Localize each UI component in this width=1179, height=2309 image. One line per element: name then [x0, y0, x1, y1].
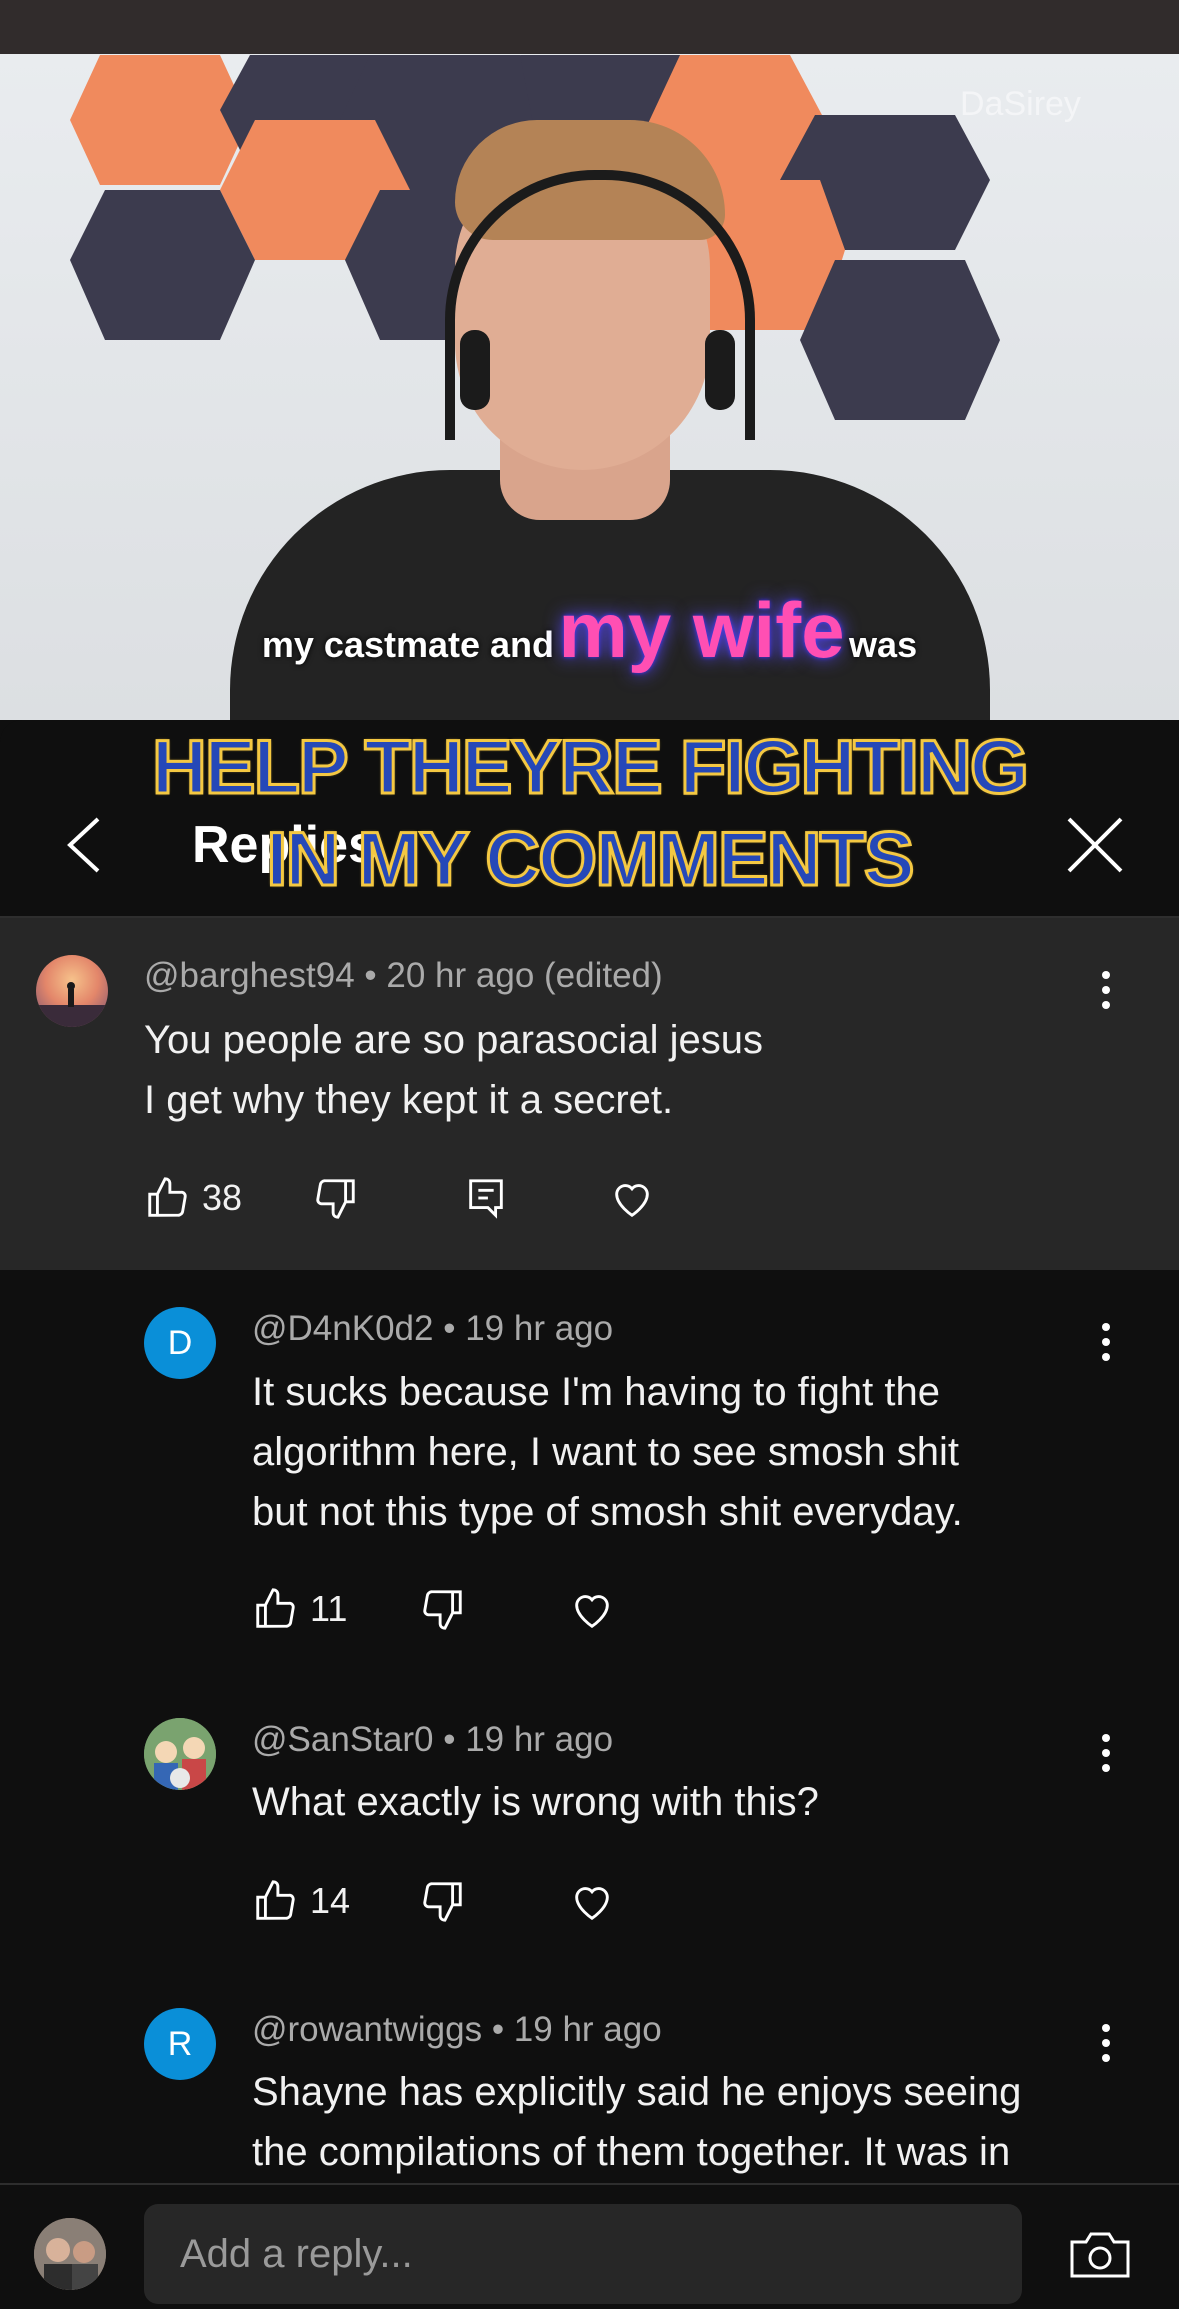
comment-time: 20 hr ago (edited): [386, 956, 663, 995]
caption-part-1: my castmate and: [261, 624, 555, 665]
thumbs-down-icon[interactable]: [420, 1586, 466, 1632]
meta-separator: •: [443, 1720, 466, 1759]
comment-meta: @barghest94 • 20 hr ago (edited): [144, 956, 663, 996]
meta-separator: •: [364, 956, 387, 995]
user-avatar[interactable]: [34, 2218, 106, 2290]
more-vertical-icon[interactable]: [1100, 1733, 1112, 1773]
video-watermark: DaSirey: [960, 85, 1081, 123]
video-caption: my castmate and my wife was: [0, 585, 1179, 676]
thumbs-down-icon[interactable]: [420, 1878, 466, 1924]
comment-body: Shayne has explicitly said he enjoys see…: [252, 2062, 1021, 2182]
thumbs-down-icon[interactable]: [313, 1175, 359, 1221]
avatar[interactable]: R: [144, 2008, 216, 2080]
more-vertical-icon[interactable]: [1100, 1322, 1112, 1362]
comment-handle[interactable]: @SanStar0: [252, 1720, 433, 1759]
comment-line: What exactly is wrong with this?: [252, 1780, 819, 1824]
comment-line: I get why they kept it a secret.: [144, 1078, 674, 1122]
comment-time: 19 hr ago: [465, 1309, 614, 1348]
thumbs-up-icon: [256, 1880, 295, 1920]
like-count: 38: [202, 1177, 243, 1218]
like-button[interactable]: 14: [252, 1878, 350, 1924]
more-vertical-icon[interactable]: [1100, 970, 1112, 1010]
heart-icon[interactable]: [608, 1175, 656, 1221]
overlay-line-1: HELP THEYRE FIGHTING: [151, 724, 1031, 812]
overlay-line-2: IN MY COMMENTS: [265, 816, 916, 904]
comment-time: 19 hr ago: [513, 2010, 662, 2049]
reply-icon[interactable]: [463, 1175, 509, 1221]
like-button[interactable]: 38: [144, 1175, 242, 1221]
headset-ear-left: [460, 330, 490, 410]
avatar[interactable]: D: [144, 1307, 216, 1379]
avatar-letter: R: [167, 2024, 193, 2063]
comment-body: You people are so parasocial jesus I get…: [144, 1010, 763, 1130]
meta-separator: •: [443, 1309, 466, 1348]
camera-icon[interactable]: [1068, 2230, 1132, 2280]
caption-highlight: my wife: [558, 586, 845, 674]
comment-meta: @SanStar0 • 19 hr ago: [252, 1720, 613, 1760]
comment-line: the compilations of them together. It wa…: [252, 2130, 1011, 2174]
comment-handle[interactable]: @rowantwiggs: [252, 2010, 482, 2049]
thumbs-up-icon: [256, 1588, 295, 1628]
comment-line: It sucks because I'm having to fight the: [252, 1370, 941, 1414]
comment-meta: @rowantwiggs • 19 hr ago: [252, 2010, 662, 2050]
like-count: 14: [310, 1880, 351, 1921]
comment-line: Shayne has explicitly said he enjoys see…: [252, 2070, 1022, 2114]
video-player[interactable]: DaSirey my castmate and my wife was: [0, 0, 1179, 720]
like-button[interactable]: 11: [252, 1586, 347, 1632]
avatar-letter: D: [167, 1323, 193, 1362]
caption-part-2: was: [849, 624, 918, 665]
comment-handle[interactable]: @barghest94: [144, 956, 355, 995]
comment-line: but not this type of smosh shit everyday…: [252, 1490, 963, 1534]
avatar[interactable]: [144, 1718, 216, 1790]
heart-icon[interactable]: [568, 1586, 616, 1632]
avatar[interactable]: [36, 955, 108, 1027]
avatar-figure-icon: [36, 982, 108, 1027]
comment-body: What exactly is wrong with this?: [252, 1772, 819, 1832]
meta-separator: •: [491, 2010, 514, 2049]
heart-icon[interactable]: [568, 1878, 616, 1924]
more-vertical-icon[interactable]: [1100, 2023, 1112, 2063]
comment-handle[interactable]: @D4nK0d2: [252, 1309, 433, 1348]
headset-ear-right: [705, 330, 735, 410]
comment-meta: @D4nK0d2 • 19 hr ago: [252, 1309, 613, 1349]
reply-input[interactable]: [144, 2204, 1022, 2304]
thumbs-up-icon: [148, 1177, 187, 1217]
comment-time: 19 hr ago: [465, 1720, 614, 1759]
comment-line: You people are so parasocial jesus: [144, 1018, 763, 1062]
avatar-group-icon: [144, 1718, 216, 1790]
video-overlay-title: HELP THEYRE FIGHTING IN MY COMMENTS: [0, 722, 1179, 906]
like-count: 11: [310, 1588, 348, 1629]
comment-line: algorithm here, I want to see smosh shit: [252, 1430, 959, 1474]
user-avatar-image: [34, 2218, 106, 2290]
comment-body: It sucks because I'm having to fight the…: [252, 1362, 963, 1542]
